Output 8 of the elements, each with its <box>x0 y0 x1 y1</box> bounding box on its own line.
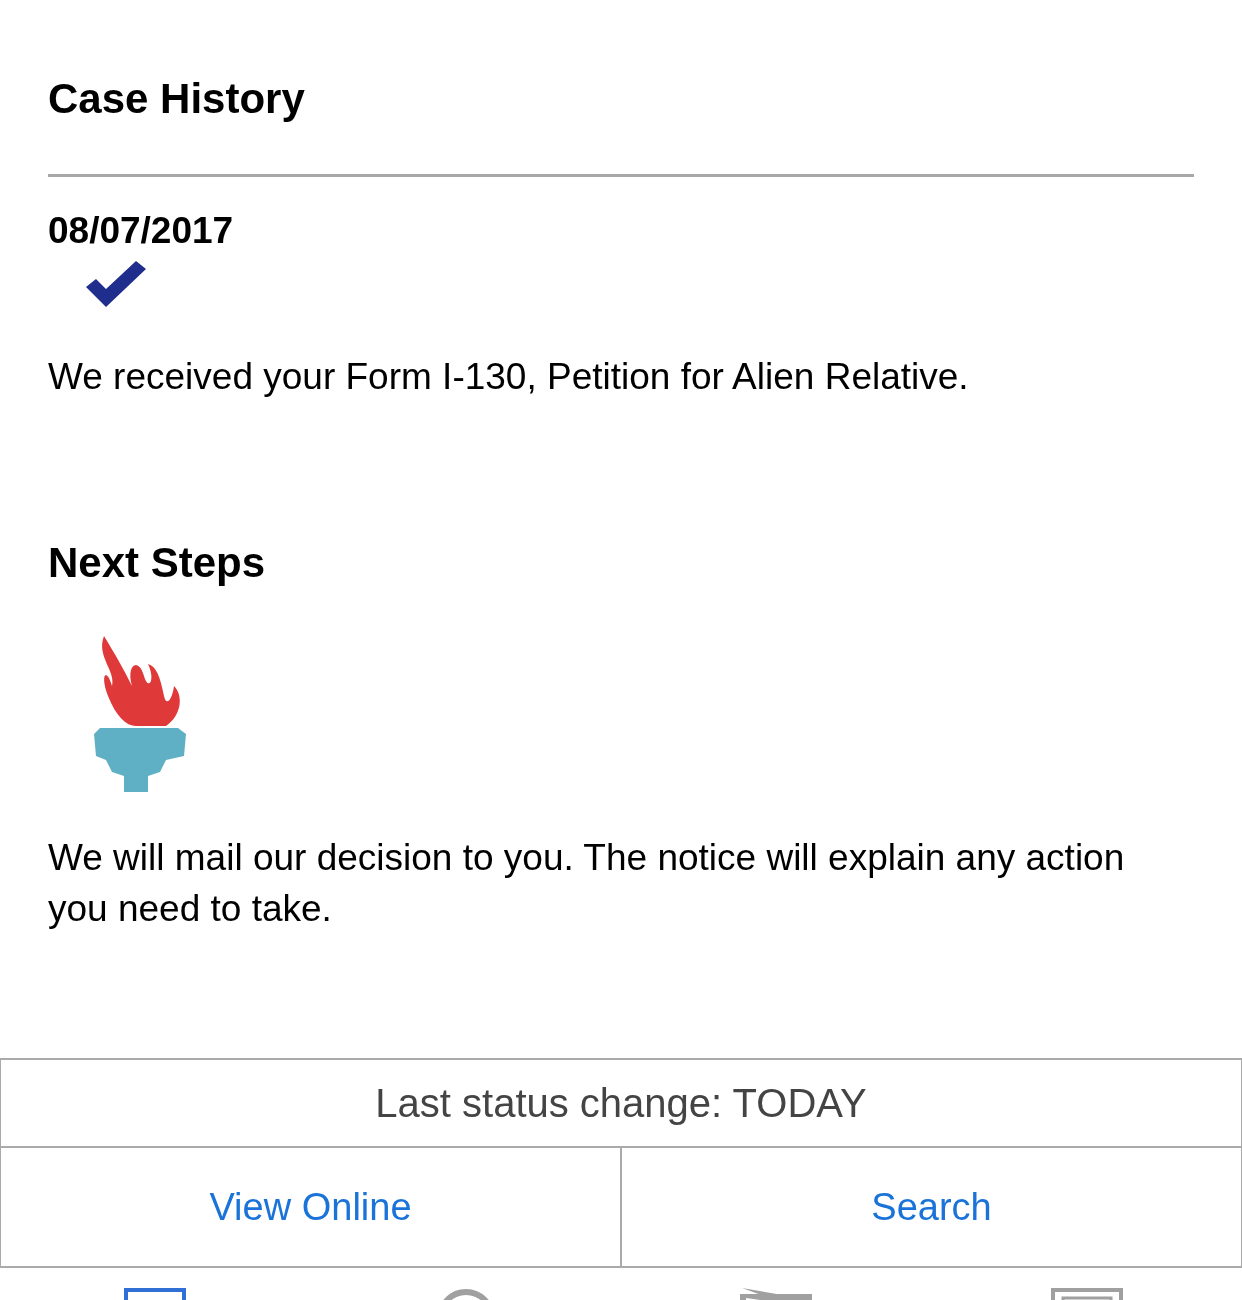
status-text: Last status change: TODAY <box>375 1080 867 1128</box>
next-steps-message: We will mail our decision to you. The notice will explain any action you need to take. <box>48 836 1126 932</box>
action-button[interactable]: View Online <box>0 1148 621 1267</box>
action-button[interactable]: Search <box>621 1148 1242 1267</box>
section-title: Next Steps <box>48 537 267 588</box>
history-date: 08/07/2017 <box>48 209 235 254</box>
history-message: We received your Form I-130, Petition for Alien Relative. <box>48 354 970 399</box>
section-title: Case History <box>48 74 306 124</box>
